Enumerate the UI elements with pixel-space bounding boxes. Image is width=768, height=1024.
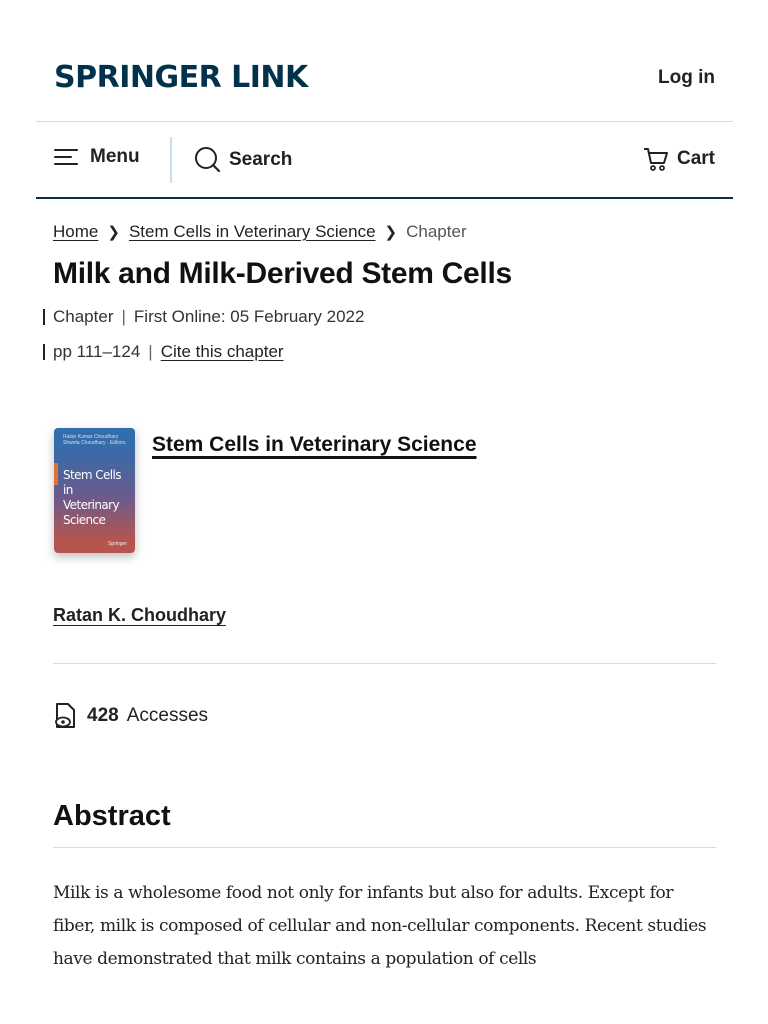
breadcrumb: Home ❯ Stem Cells in Veterinary Science …: [53, 222, 467, 242]
nav-divider: [170, 137, 172, 183]
logo-second: LINK: [231, 60, 308, 95]
breadcrumb-current: Chapter: [406, 222, 467, 241]
meta-bar: [43, 344, 45, 360]
abstract-heading: Abstract: [53, 800, 171, 832]
cover-stripe: [54, 463, 58, 485]
meta-separator: |: [121, 307, 126, 326]
chevron-right-icon: ❯: [107, 224, 120, 241]
document-view-icon: [55, 703, 75, 728]
springer-link-logo[interactable]: SPRINGER LINK: [54, 60, 308, 95]
content-type: Chapter: [53, 307, 114, 326]
login-link[interactable]: Log in: [658, 67, 715, 89]
cite-chapter-link[interactable]: Cite this chapter: [161, 342, 284, 362]
book-cover[interactable]: Ratan Kumar Choudhary Shweta Choudhary ·…: [54, 428, 135, 553]
search-label: Search: [229, 148, 293, 170]
logo-main: SPRINGER: [54, 60, 222, 95]
book-title-link[interactable]: Stem Cells in Veterinary Science: [152, 433, 477, 457]
author-link[interactable]: Ratan K. Choudhary: [53, 605, 226, 626]
cover-authors: Ratan Kumar Choudhary Shweta Choudhary ·…: [63, 434, 126, 446]
meta-separator: |: [148, 342, 153, 361]
search-icon: [195, 147, 221, 173]
accesses-label: Accesses: [126, 705, 209, 726]
section-divider: [53, 663, 716, 664]
breadcrumb-book[interactable]: Stem Cells in Veterinary Science: [129, 222, 376, 242]
chevron-right-icon: ❯: [384, 224, 398, 241]
main-navbar: Menu Search Cart: [36, 122, 733, 199]
accesses-count: 428: [87, 705, 119, 726]
hamburger-icon: [54, 147, 78, 167]
chapter-meta-row: Chapter | First Online: 05 February 2022: [43, 307, 364, 327]
cover-title: Stem Cells in Veterinary Science: [63, 468, 122, 527]
cart-label: Cart: [676, 148, 715, 169]
menu-button[interactable]: Menu: [54, 146, 140, 168]
abstract-divider: [53, 847, 716, 848]
site-header: SPRINGER LINK Log in: [0, 0, 768, 122]
search-button[interactable]: Search: [194, 146, 292, 173]
cart-icon: [643, 148, 668, 171]
meta-bar: [43, 309, 45, 325]
accesses-metric: 428 Accesses: [53, 702, 208, 730]
cover-publisher: Springer: [108, 541, 127, 547]
breadcrumb-home[interactable]: Home: [53, 222, 98, 242]
menu-label: Menu: [90, 146, 140, 167]
abstract-text: Milk is a wholesome food not only for in…: [53, 883, 707, 969]
chapter-pages-row: pp 111–124 | Cite this chapter: [43, 342, 284, 362]
cart-button[interactable]: Cart: [643, 146, 715, 172]
page-range: pp 111–124: [53, 342, 141, 361]
page-title: Milk and Milk-Derived Stem Cells: [53, 257, 512, 290]
first-online: First Online: 05 February 2022: [133, 307, 365, 326]
